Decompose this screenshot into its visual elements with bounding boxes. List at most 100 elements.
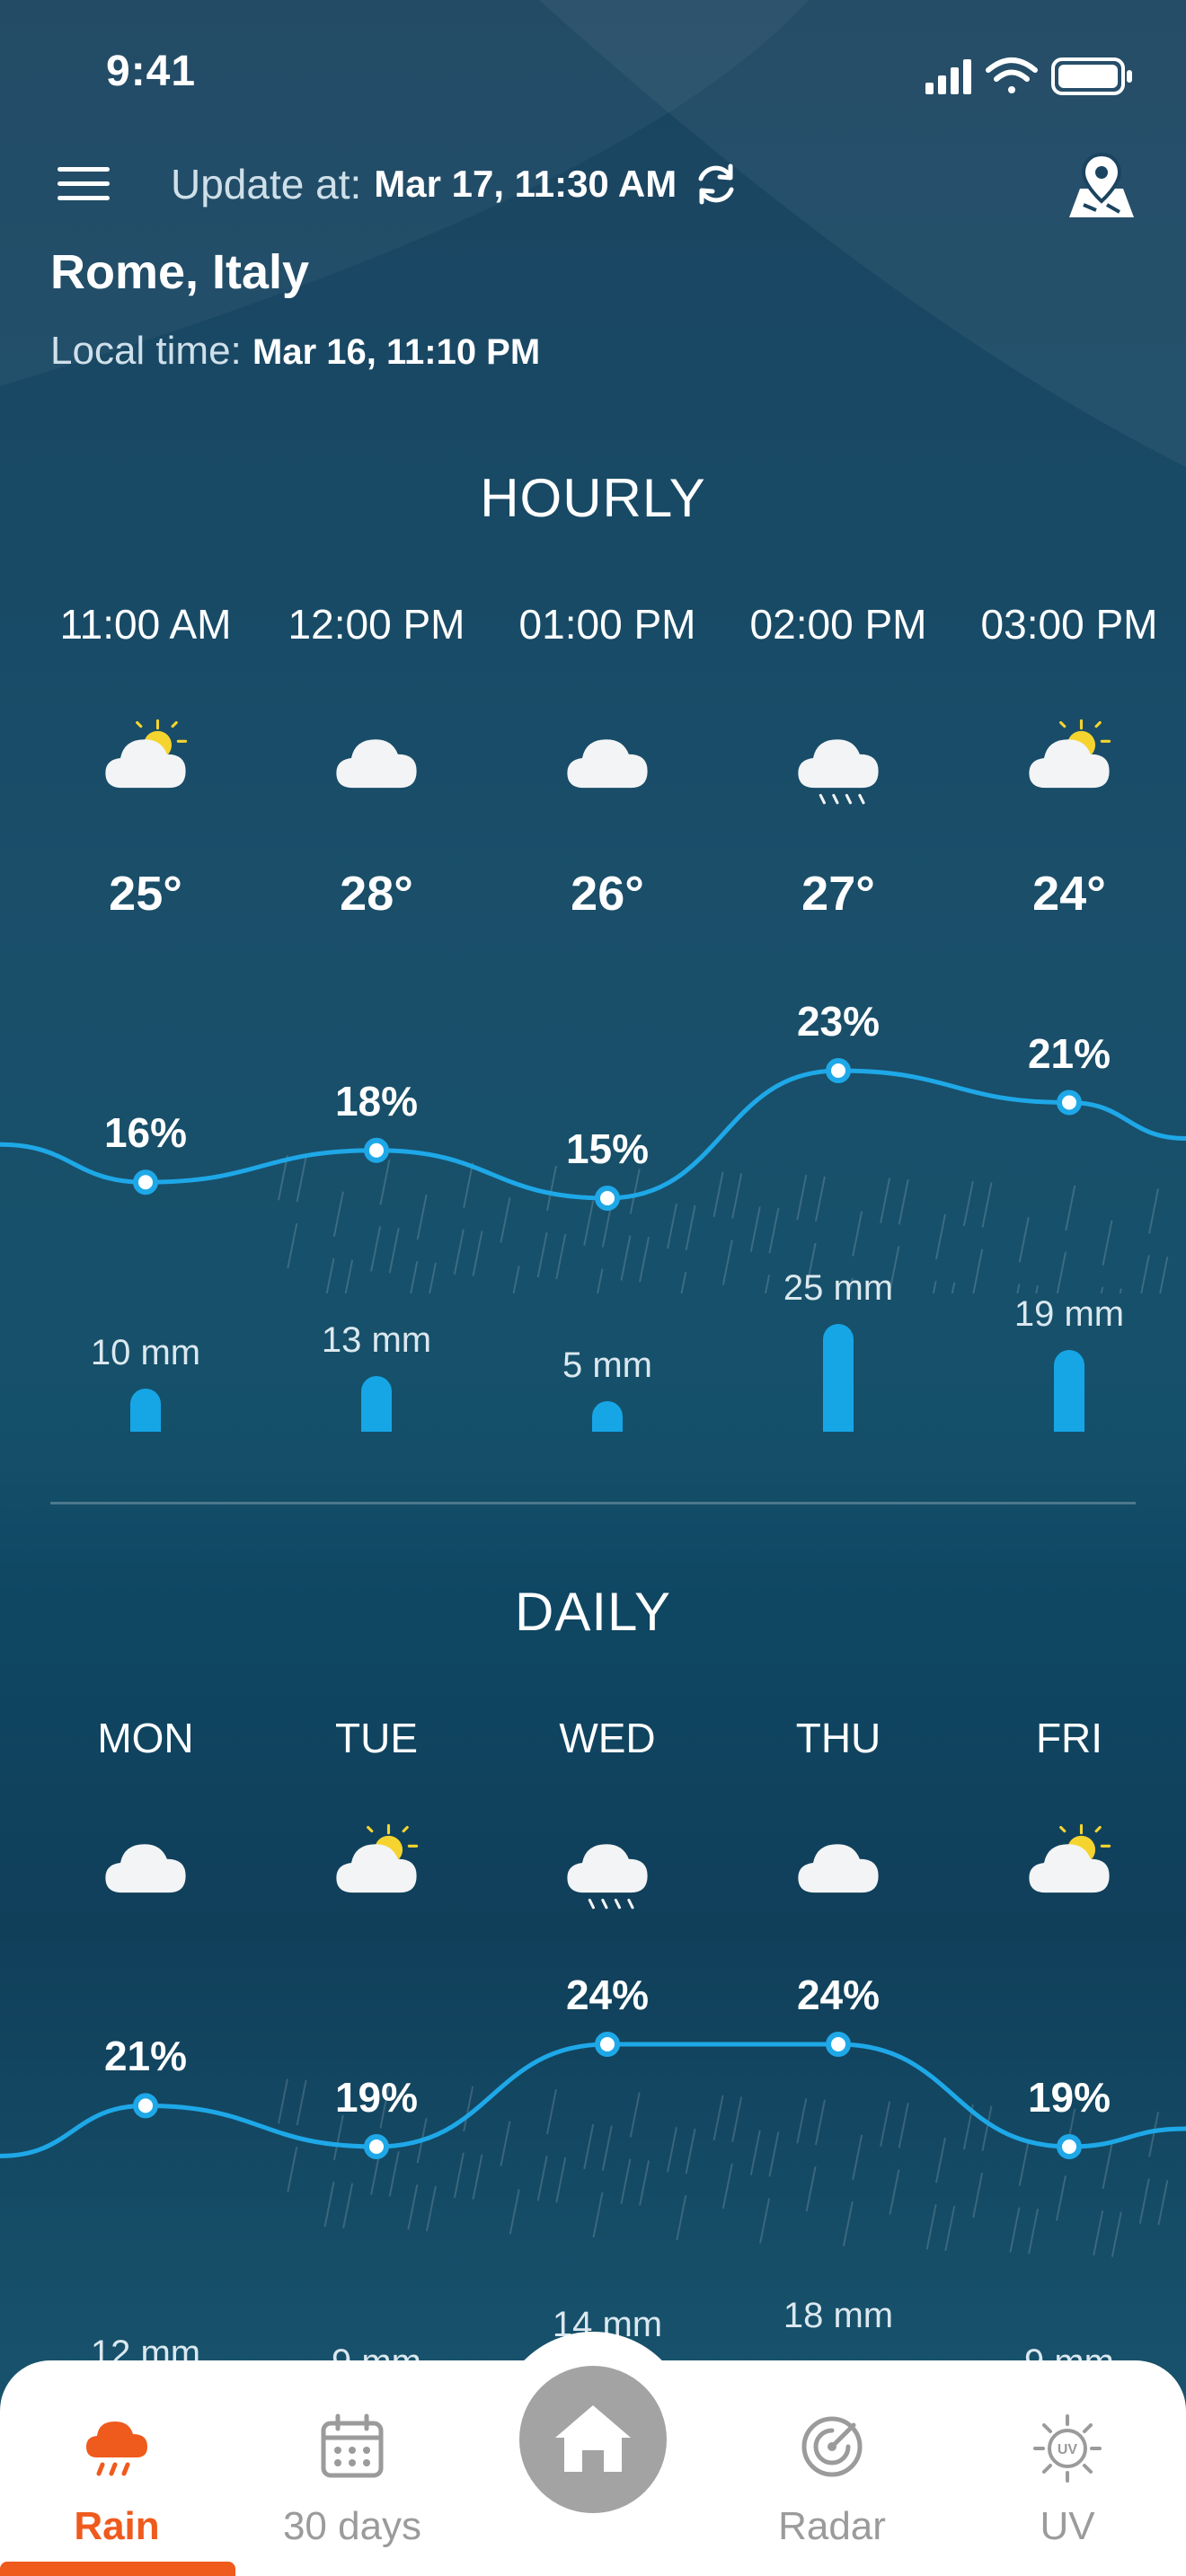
map-location-icon[interactable] [1066, 151, 1137, 223]
rain-amount-label: 5 mm [562, 1345, 652, 1385]
rain-streak [370, 1226, 382, 1272]
rain-streak [342, 2183, 354, 2228]
rain-streak [453, 1229, 465, 1275]
column-label: THU [795, 1715, 881, 1761]
rain-streak [981, 1182, 993, 1228]
rain-streak [388, 2151, 400, 2197]
rain-streak [1055, 2175, 1067, 2221]
rain-streak [898, 2103, 909, 2148]
rain-streak [934, 2137, 946, 2183]
tab-uv[interactable]: UV UV [978, 2396, 1157, 2558]
menu-button[interactable] [54, 162, 117, 207]
rain-streak [287, 2147, 298, 2192]
rain-streak [379, 1160, 391, 1205]
tab-uv-label: UV [1040, 2504, 1095, 2548]
column-label: 11:00 AM [59, 601, 232, 648]
rain-streak [667, 2127, 677, 2173]
rain-streak [712, 2095, 724, 2141]
rain-streak [388, 1227, 400, 1274]
rain-amount-bar [823, 1324, 854, 1432]
column-label: FRI [1035, 1715, 1103, 1761]
rain-streak [332, 2114, 344, 2161]
temperature: 25° [109, 867, 182, 921]
radar-icon [801, 2416, 863, 2477]
rain-amount-bar [130, 1389, 161, 1432]
rain-streak [500, 2121, 511, 2166]
rain-streak [425, 2185, 437, 2232]
rain-streak [1018, 2140, 1030, 2186]
rain-amount-bar [361, 1375, 392, 1432]
rain-streak [814, 2099, 826, 2146]
rain-amount-bar [592, 1401, 623, 1432]
rain-chance-point [826, 1058, 851, 1083]
rain-streak [1056, 1251, 1067, 1293]
rain-amount-label: 25 mm [783, 1268, 894, 1308]
temperature: 28° [340, 867, 413, 921]
rain-chance-point [595, 2032, 620, 2057]
cloud-icon [105, 1844, 186, 1893]
rain-streak [1009, 2207, 1021, 2253]
rain-cloud-icon [798, 739, 879, 805]
rain-streak [472, 2154, 483, 2200]
rain-streak [1111, 2211, 1122, 2257]
local-time-value: Mar 16, 11:10 PM [252, 332, 541, 372]
rain-streak [1119, 1288, 1122, 1293]
rain-streak [685, 1204, 696, 1251]
tab-radar[interactable]: Radar [742, 2396, 922, 2558]
column-label: 12:00 PM [288, 601, 465, 648]
rain-amount-label: 18 mm [783, 2296, 894, 2335]
rain-streak [768, 2131, 780, 2177]
rain-streak [1016, 1284, 1021, 1293]
rain-streak [676, 2194, 687, 2241]
rain-streak [731, 1173, 743, 1219]
rain-streak [1140, 1255, 1150, 1293]
rain-streak [852, 2134, 863, 2180]
refresh-icon[interactable] [689, 157, 743, 211]
rain-streak [500, 1197, 511, 1243]
column-label: TUE [335, 1715, 418, 1761]
rain-streak [620, 1235, 632, 1281]
rain-streak [1028, 2209, 1040, 2254]
rain-streak [416, 1194, 428, 1240]
rain-streak [407, 2184, 419, 2230]
rain-streak [453, 2152, 465, 2199]
rain-chance-label: 19% [1027, 2074, 1111, 2121]
column-label: MON [97, 1715, 194, 1761]
status-icons [925, 57, 1132, 95]
local-time-label: Local time: [50, 329, 242, 373]
rain-streak [1159, 1256, 1169, 1293]
column-label: 03:00 PM [980, 601, 1158, 648]
rain-amount-label: 10 mm [90, 1333, 201, 1372]
rain-chance-label: 15% [565, 1125, 650, 1172]
rain-streak [796, 1174, 808, 1221]
rain-streak [1018, 1217, 1030, 1263]
rain-streak [463, 1162, 474, 1208]
rain-streak [601, 2125, 613, 2171]
rain-amount-label: 13 mm [321, 1319, 432, 1360]
rain-amount-label: 19 mm [1013, 1293, 1125, 1334]
home-button[interactable] [514, 2360, 672, 2519]
rain-streak [629, 2092, 641, 2138]
rain-streak [749, 1206, 761, 1252]
rain-streak [583, 1200, 595, 1247]
tab-30-days[interactable]: 30 days [262, 2396, 442, 2558]
rain-chance-point [1057, 1090, 1082, 1116]
column-label: 01:00 PM [518, 601, 696, 648]
rain-streak [768, 1208, 780, 1254]
rain-streak [796, 2098, 808, 2144]
rain-streak [629, 1169, 641, 1214]
rain-amount-bar [1054, 1349, 1084, 1432]
rain-streak [880, 1178, 891, 1223]
city-name: Rome, Italy [50, 245, 310, 299]
cloud-icon [798, 1844, 879, 1893]
battery-icon [1051, 57, 1132, 95]
tab-rain[interactable]: Rain [27, 2396, 207, 2558]
rain-streak [1035, 1284, 1040, 1293]
rain-streak [536, 1232, 548, 1278]
rain-chance-label: 24% [796, 1972, 881, 2018]
rain-streak [814, 1176, 826, 1222]
update-row: Update at: Mar 17, 11:30 AM [171, 157, 743, 211]
calendar-icon [321, 2413, 384, 2478]
rain-cloud-icon [86, 2422, 147, 2476]
temperature: 27° [801, 867, 875, 921]
